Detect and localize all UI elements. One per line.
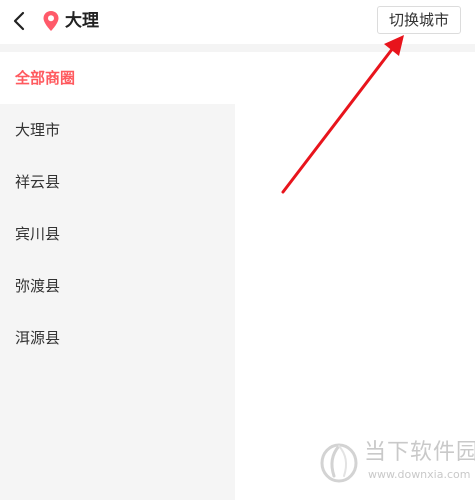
map-pin-icon (43, 11, 59, 31)
switch-city-button[interactable]: 切换城市 (377, 6, 461, 34)
district-item-dali-city[interactable]: 大理市 (0, 104, 235, 156)
chevron-left-icon (13, 11, 25, 31)
watermark: 当下软件园 www.downxia.com (318, 432, 475, 492)
watermark-url: www.downxia.com (368, 468, 471, 481)
watermark-title: 当下软件园 (364, 440, 475, 465)
watermark-logo-icon (320, 443, 358, 483)
district-list-background (0, 416, 235, 500)
district-item-all[interactable]: 全部商圈 (0, 52, 235, 104)
district-item-xiangyun[interactable]: 祥云县 (0, 156, 235, 208)
header-bar: 大理 切换城市 (0, 0, 475, 44)
current-city-label: 大理 (65, 11, 99, 31)
district-item-midu[interactable]: 弥渡县 (0, 260, 235, 312)
district-item-eryuan[interactable]: 洱源县 (0, 312, 235, 364)
page: 大理 切换城市 全部商圈 大理市 祥云县 宾川县 弥渡县 洱源县 当下软件园 w… (0, 0, 475, 500)
district-list: 全部商圈 大理市 祥云县 宾川县 弥渡县 洱源县 (0, 52, 235, 500)
district-item-binchuan[interactable]: 宾川县 (0, 208, 235, 260)
header-divider (0, 44, 475, 52)
district-list-blank (0, 364, 235, 416)
back-button[interactable] (6, 8, 32, 34)
